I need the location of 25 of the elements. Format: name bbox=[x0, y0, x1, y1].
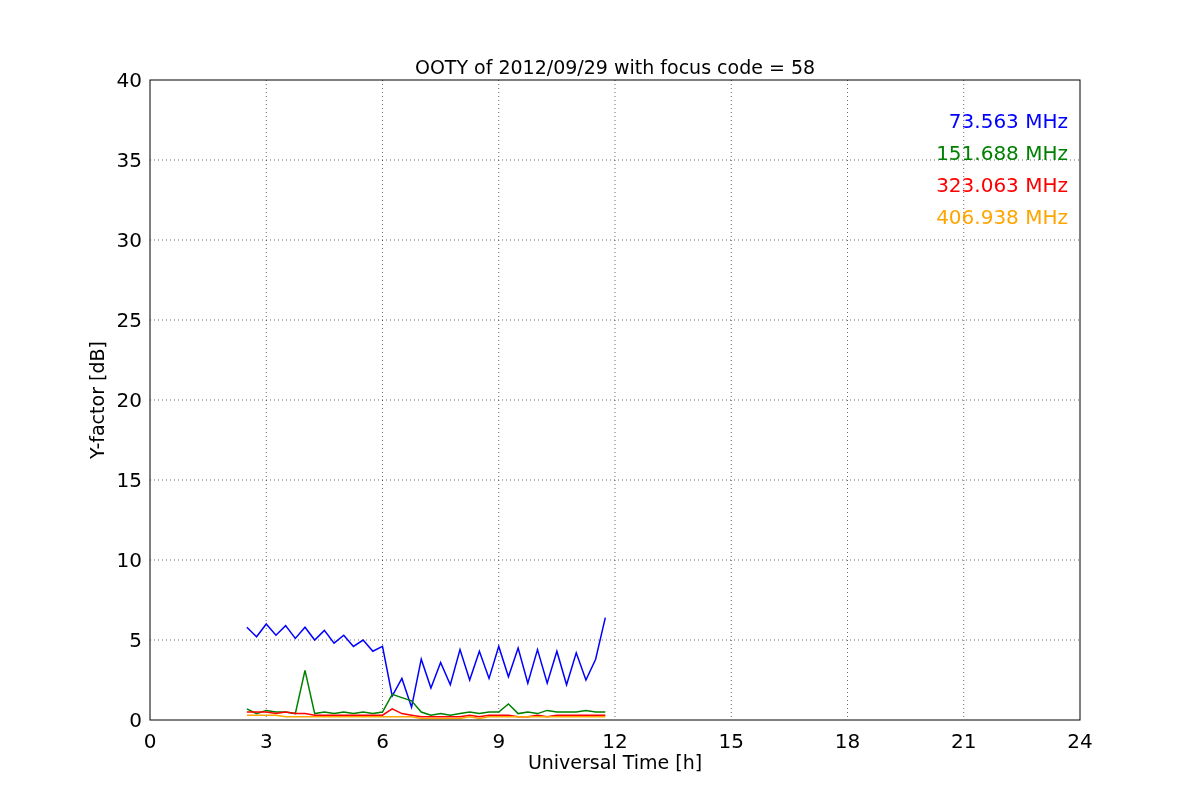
y-tick-label: 25 bbox=[116, 308, 142, 332]
y-tick-label: 10 bbox=[116, 548, 142, 572]
y-tick-label: 30 bbox=[116, 228, 142, 252]
x-tick-label: 15 bbox=[718, 729, 744, 753]
legend-label: 151.688 MHz bbox=[936, 141, 1068, 165]
x-tick-label: 0 bbox=[143, 729, 157, 753]
x-tick-label: 24 bbox=[1067, 729, 1093, 753]
x-tick-label: 21 bbox=[951, 729, 977, 753]
x-axis-label: Universal Time [h] bbox=[527, 751, 703, 773]
legend-label: 406.938 MHz bbox=[936, 205, 1068, 229]
y-tick-label: 15 bbox=[116, 468, 142, 492]
chart-title: OOTY of 2012/09/29 with focus code = 58 bbox=[414, 56, 816, 78]
x-tick-label: 18 bbox=[834, 729, 861, 753]
legend-label: 73.563 MHz bbox=[948, 109, 1068, 133]
x-tick-label: 6 bbox=[376, 729, 389, 753]
x-tick-label: 3 bbox=[259, 729, 273, 753]
y-tick-label: 35 bbox=[116, 148, 142, 172]
y-tick-label: 5 bbox=[129, 628, 142, 652]
y-tick-label: 20 bbox=[116, 388, 142, 412]
legend-label: 323.063 MHz bbox=[936, 173, 1068, 197]
y-tick-label: 40 bbox=[116, 68, 142, 92]
x-tick-label: 9 bbox=[492, 729, 506, 753]
y-tick-label: 0 bbox=[129, 708, 142, 732]
y-axis-label: Y-factor [dB] bbox=[86, 341, 108, 459]
x-tick-label: 12 bbox=[602, 729, 628, 753]
